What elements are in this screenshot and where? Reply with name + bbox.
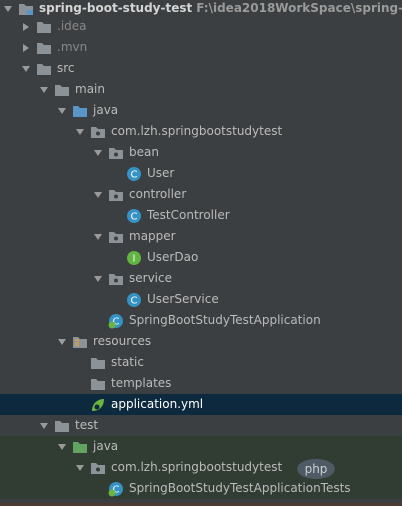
tree-row-mvn[interactable]: .mvn (0, 37, 402, 58)
tree-row-service[interactable]: service (0, 268, 402, 289)
tree-row-label: java (93, 103, 119, 117)
tree-row-src[interactable]: src (0, 58, 402, 79)
tree-row-label: SpringBootStudyTestApplicationTests (129, 481, 351, 495)
interface-icon: I (126, 250, 142, 266)
tree-row-label: java (93, 439, 119, 453)
tree-row-userdao[interactable]: I UserDao (0, 247, 402, 268)
tree-row-label: UserDao (147, 250, 199, 264)
tree-row-userservice[interactable]: C UserService (0, 289, 402, 310)
tree-row-label: resources (93, 334, 152, 348)
source-folder-icon (72, 103, 88, 119)
package-icon (108, 145, 124, 161)
svg-text:I: I (133, 253, 136, 264)
chevron-down-icon[interactable] (56, 100, 68, 121)
tree-row-label: TestController (147, 208, 230, 222)
chevron-down-icon[interactable] (56, 331, 68, 352)
folder-icon (36, 19, 52, 35)
chevron-down-icon[interactable] (92, 268, 104, 289)
package-icon (108, 271, 124, 287)
test-source-folder-icon (72, 439, 88, 455)
tree-row-label: test (75, 418, 99, 432)
package-icon (90, 460, 106, 476)
watermark-text: php (305, 462, 328, 476)
tree-row-application-class[interactable]: C SpringBootStudyTestApplication (0, 310, 402, 331)
tree-row-static[interactable]: static (0, 352, 402, 373)
tree-row-label: com.lzh.springbootstudytest (111, 124, 283, 138)
svg-text:C: C (131, 169, 138, 180)
class-icon: C (126, 166, 142, 182)
folder-icon (90, 355, 106, 371)
package-icon (108, 187, 124, 203)
folder-icon (90, 376, 106, 392)
tree-row-label: main (75, 82, 105, 96)
chevron-down-icon[interactable] (92, 184, 104, 205)
chevron-down-icon[interactable] (20, 58, 32, 79)
class-icon: C (126, 208, 142, 224)
tree-row-label: .mvn (57, 40, 88, 54)
tree-row-label: SpringBootStudyTestApplication (129, 313, 321, 327)
php-watermark-logo: php (297, 459, 335, 479)
spring-boot-test-class-icon: C (108, 481, 124, 497)
tree-row-idea[interactable]: .idea (0, 16, 402, 37)
tree-row-application-tests[interactable]: C SpringBootStudyTestApplicationTests (0, 478, 402, 499)
tree-row-label: .idea (57, 19, 87, 33)
tree-row-label: templates (111, 376, 172, 390)
tree-row-test-java[interactable]: java (0, 436, 402, 457)
chevron-down-icon[interactable] (56, 436, 68, 457)
tree-row-label: controller (129, 187, 187, 201)
tree-row-controller[interactable]: controller (0, 184, 402, 205)
resources-folder-icon (72, 334, 88, 350)
tree-row-templates[interactable]: templates (0, 373, 402, 394)
folder-icon (54, 82, 70, 98)
tree-row-testcontroller[interactable]: C TestController (0, 205, 402, 226)
folder-icon (36, 40, 52, 56)
tree-row-resources[interactable]: resources (0, 331, 402, 352)
chevron-down-icon[interactable] (92, 142, 104, 163)
tree-row-main-java[interactable]: java (0, 100, 402, 121)
tree-row-label: src (57, 61, 75, 75)
tree-row-bean[interactable]: bean (0, 142, 402, 163)
tree-row-user[interactable]: C User (0, 163, 402, 184)
spring-config-icon (90, 397, 106, 413)
project-tree: spring-boot-study-test F:\idea2018WorkSp… (0, 0, 402, 506)
tree-row-mapper[interactable]: mapper (0, 226, 402, 247)
chevron-right-icon[interactable] (20, 16, 32, 37)
package-icon (90, 124, 106, 140)
tree-row-application-yml[interactable]: application.yml (0, 394, 402, 415)
spring-boot-class-icon: C (108, 313, 124, 329)
package-icon (108, 229, 124, 245)
chevron-down-icon[interactable] (74, 121, 86, 142)
chevron-down-icon[interactable] (74, 457, 86, 478)
chevron-down-icon[interactable] (38, 79, 50, 100)
tree-row-label: application.yml (111, 397, 204, 411)
tree-row-package[interactable]: com.lzh.springbootstudytest (0, 121, 402, 142)
folder-icon (36, 61, 52, 77)
module-folder-icon (18, 1, 34, 17)
folder-icon (54, 418, 70, 434)
tree-row-label: bean (129, 145, 159, 159)
tree-row-label: User (147, 166, 175, 180)
chevron-down-icon[interactable] (92, 226, 104, 247)
tree-row-main[interactable]: main (0, 79, 402, 100)
chevron-down-icon[interactable] (38, 415, 50, 436)
class-icon: C (126, 292, 142, 308)
tree-row-label: service (129, 271, 172, 285)
tree-row-test-package[interactable]: com.lzh.springbootstudytest (0, 457, 402, 478)
svg-text:C: C (131, 211, 138, 222)
chevron-right-icon[interactable] (20, 37, 32, 58)
tree-row-label: mapper (129, 229, 176, 243)
svg-text:C: C (131, 295, 138, 306)
tree-row-label: static (111, 355, 144, 369)
tree-row-test[interactable]: test (0, 415, 402, 436)
tree-row-label: com.lzh.springbootstudytest (111, 460, 283, 474)
tree-row-label: UserService (147, 292, 219, 306)
